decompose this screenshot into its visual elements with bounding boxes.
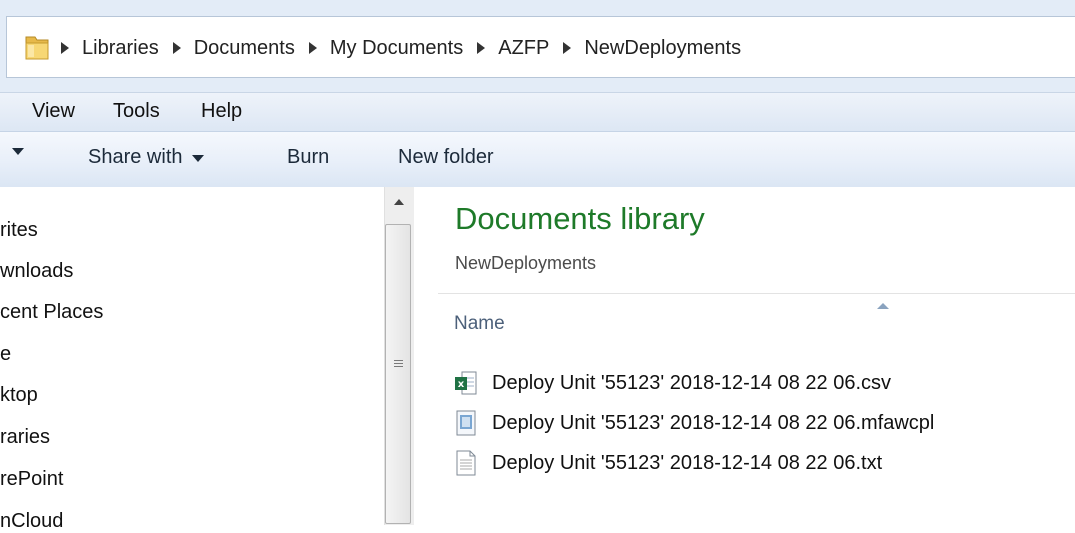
content-pane: Documents library NewDeployments Name x … [414,187,1075,525]
menu-tools[interactable]: Tools [113,100,160,123]
file-row[interactable]: Deploy Unit '55123' 2018-12-14 08 22 06.… [454,407,934,439]
library-header: Documents library NewDeployments [438,187,1075,294]
share-with-label: Share with [88,146,183,168]
chevron-down-icon [191,155,204,162]
nav-item-libraries[interactable]: raries [0,426,50,449]
scrollbar-thumb[interactable] [385,224,411,524]
address-bar[interactable]: Libraries Documents My Documents AZFP Ne… [6,16,1075,78]
chevron-right-icon[interactable] [61,42,69,54]
breadcrumb: Libraries Documents My Documents AZFP Ne… [61,35,755,61]
file-row[interactable]: x Deploy Unit '55123' 2018-12-14 08 22 0… [454,367,891,399]
column-header-name[interactable]: Name [454,313,505,335]
chevron-right-icon[interactable] [172,42,181,54]
menu-help[interactable]: Help [201,100,242,123]
svg-text:x: x [458,379,465,390]
address-bar-area: Libraries Documents My Documents AZFP Ne… [0,0,1075,92]
chevron-right-icon[interactable] [477,42,486,54]
file-name: Deploy Unit '55123' 2018-12-14 08 22 06.… [492,371,892,394]
nav-item-favorites[interactable]: rites [0,219,38,242]
scroll-up-icon[interactable] [394,199,404,205]
chevron-right-icon[interactable] [308,42,317,54]
library-subtitle: NewDeployments [455,253,597,273]
breadcrumb-documents[interactable]: Documents [194,37,295,60]
nav-item-sharepoint[interactable]: rePoint [0,468,63,491]
breadcrumb-newdeployments[interactable]: NewDeployments [584,37,741,60]
grip-line [394,363,403,364]
navigation-pane: rites wnloads cent Places e ktop raries … [0,187,414,532]
generic-file-icon [456,410,476,436]
nav-item-recent-places[interactable]: cent Places [0,301,103,324]
share-with-button[interactable]: Share with [88,146,204,169]
grip-line [394,366,403,367]
library-title: Documents library [455,201,705,236]
burn-button[interactable]: Burn [287,146,329,169]
new-folder-button[interactable]: New folder [398,146,494,169]
breadcrumb-azfp[interactable]: AZFP [498,37,549,60]
file-name: Deploy Unit '55123' 2018-12-14 08 22 06.… [492,411,935,434]
folder-icon [25,36,49,60]
breadcrumb-libraries[interactable]: Libraries [82,37,159,60]
command-bar: Share with Burn New folder [0,131,1075,188]
menu-view[interactable]: View [32,100,75,123]
organize-dropdown-button[interactable] [12,146,24,155]
nav-item-onecloud[interactable]: nCloud [0,510,63,533]
menu-bar: View Tools Help [0,92,1075,131]
sort-ascending-icon [877,303,889,309]
nav-scrollbar[interactable] [384,187,415,525]
nav-item-desktop[interactable]: ktop [0,384,38,407]
nav-item-e[interactable]: e [0,343,11,366]
grip-line [394,360,403,361]
chevron-right-icon[interactable] [563,42,572,54]
excel-csv-icon: x [455,371,477,395]
breadcrumb-my-documents[interactable]: My Documents [330,37,463,60]
text-file-icon [456,450,476,476]
chevron-down-icon [12,148,24,155]
file-row[interactable]: Deploy Unit '55123' 2018-12-14 08 22 06.… [454,447,882,479]
nav-item-downloads[interactable]: wnloads [0,260,73,283]
file-name: Deploy Unit '55123' 2018-12-14 08 22 06.… [492,451,883,474]
